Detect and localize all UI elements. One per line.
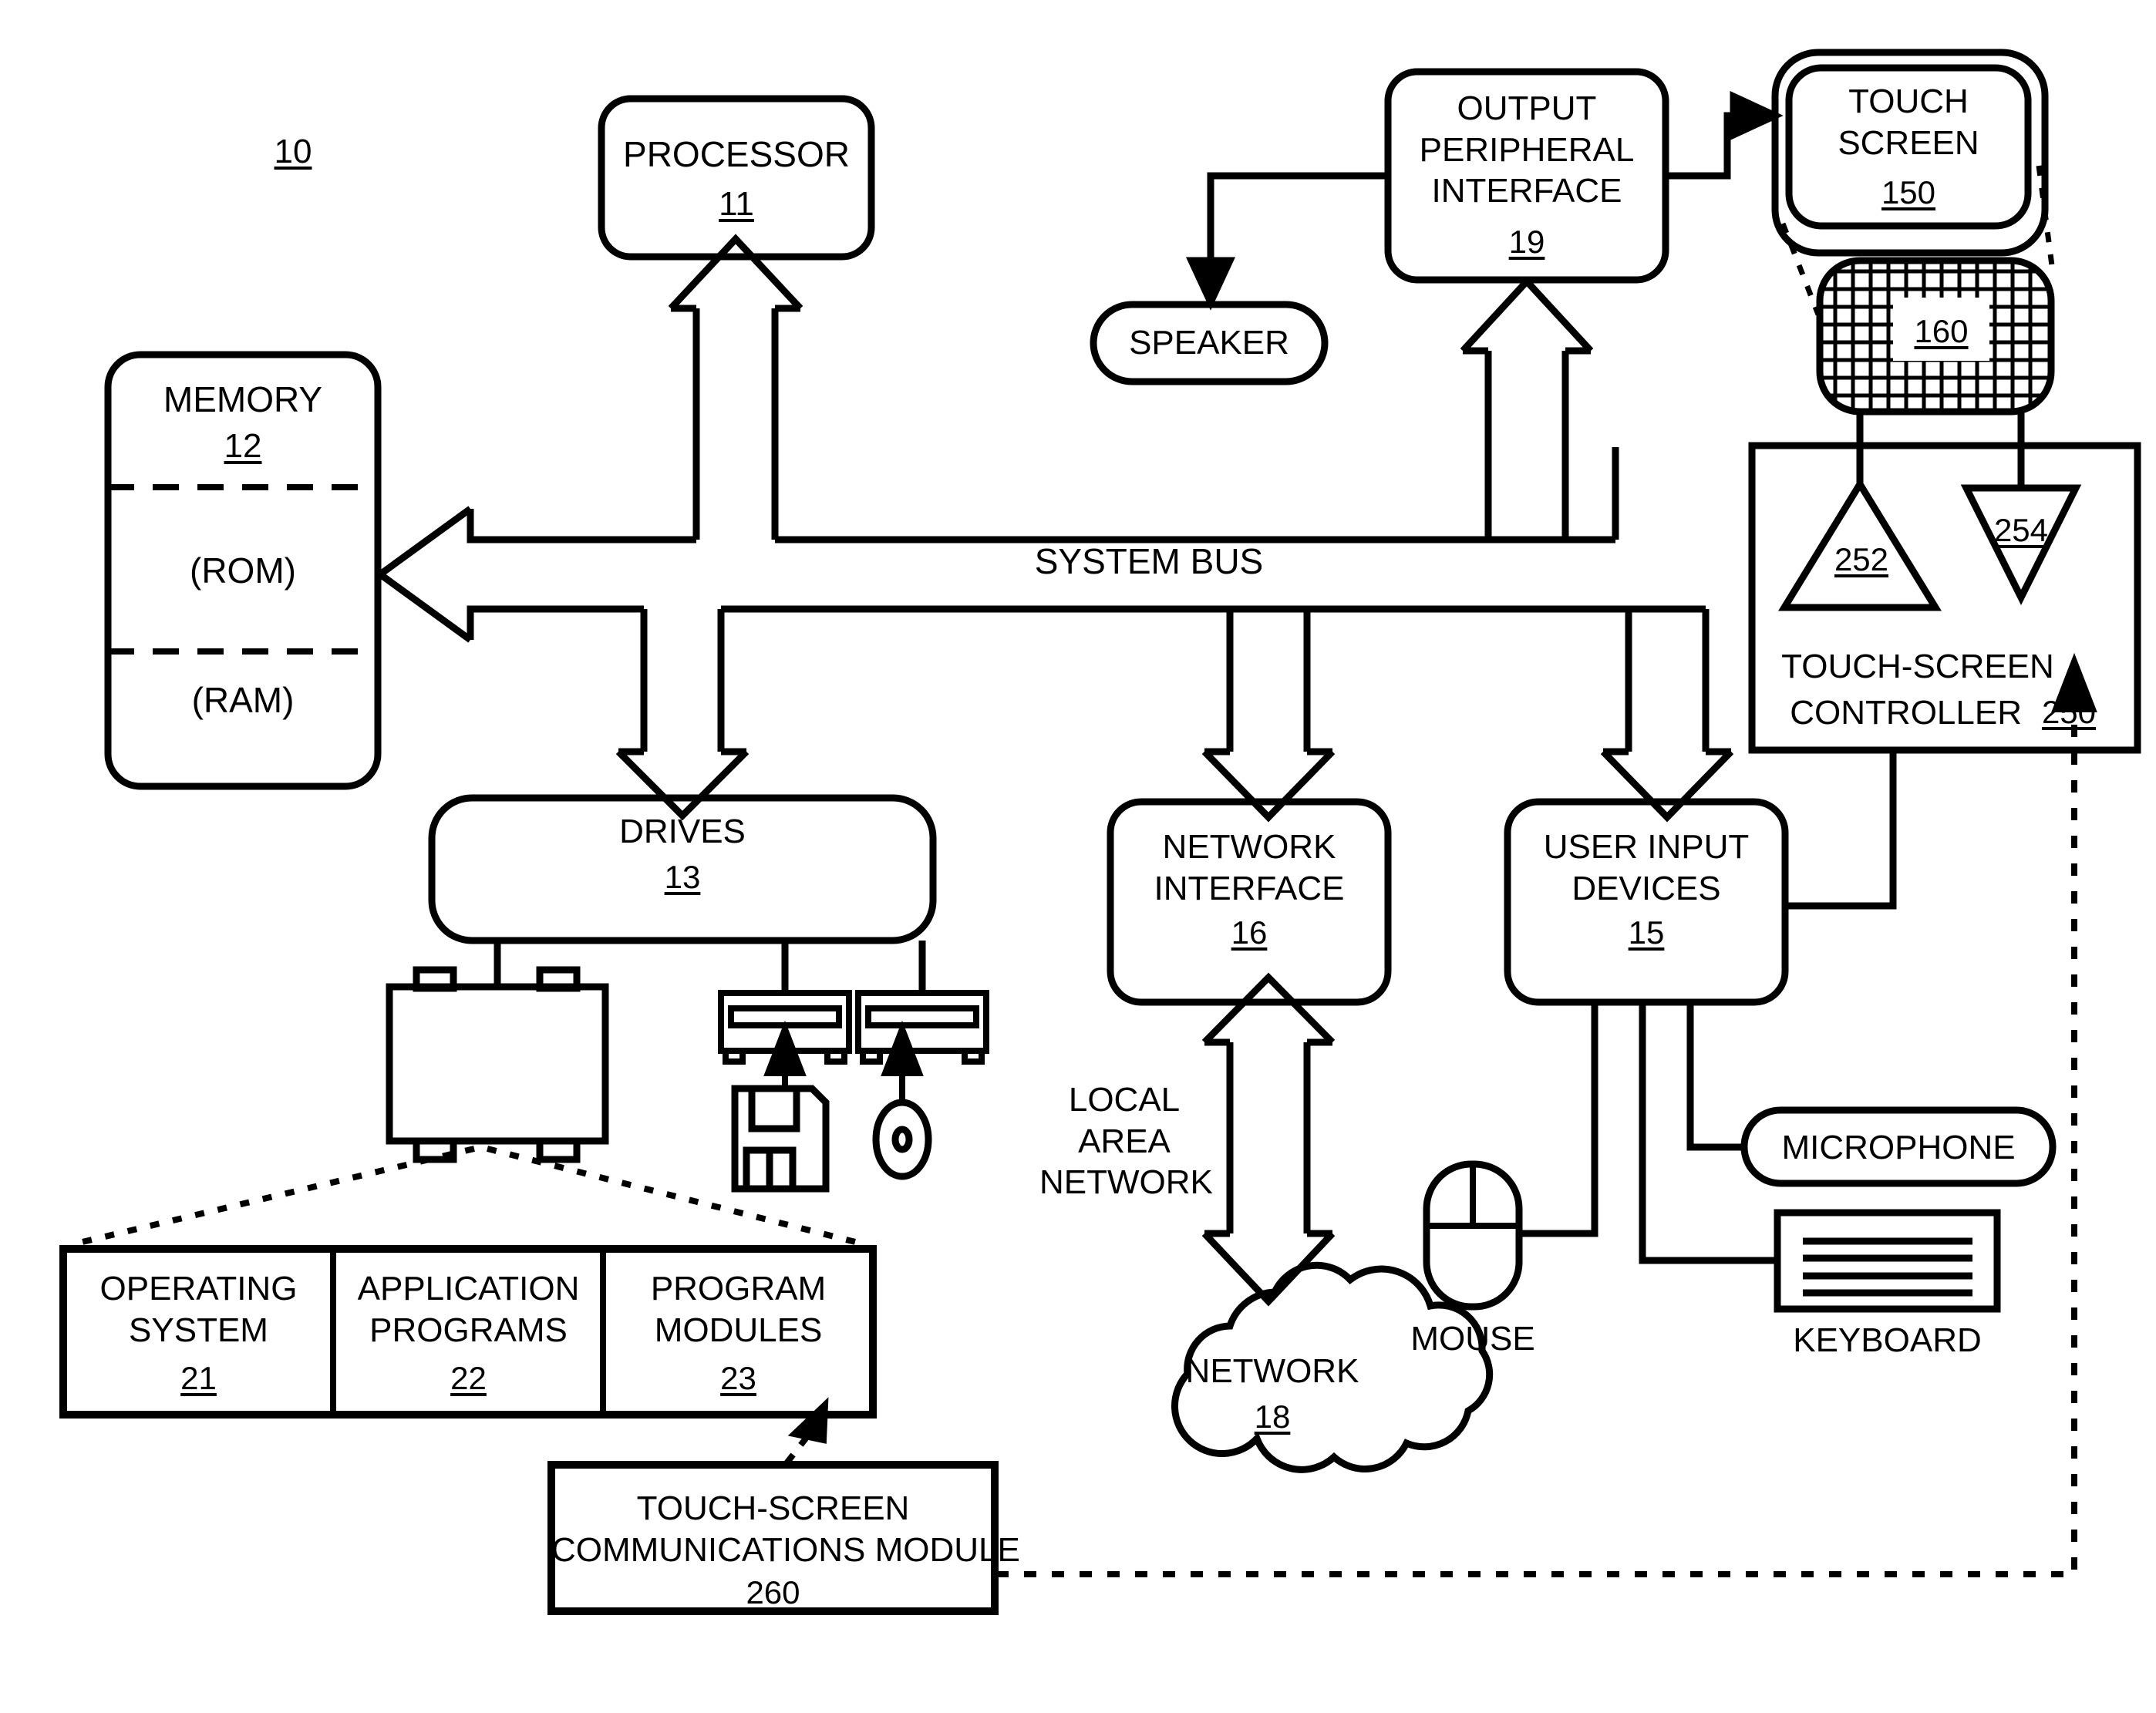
memory-ram-label: (RAM) xyxy=(191,680,295,720)
network-cloud-ref: 18 xyxy=(1254,1398,1291,1435)
driver-252-ref: 252 xyxy=(1834,541,1889,577)
cd-disc-icon xyxy=(872,1099,932,1180)
touch-grid-ref: 160 xyxy=(1914,313,1969,349)
touch-screen-ref: 150 xyxy=(1881,174,1936,210)
ts-comm-module-title2: COMMUNICATIONS MODULE xyxy=(551,1531,1020,1569)
cd-drive-icon xyxy=(855,990,989,1065)
output-to-speaker-arrow xyxy=(1185,172,1388,311)
user-input-devices-title: USER INPUT DEVICES xyxy=(1543,828,1750,907)
drives-title: DRIVES xyxy=(619,813,746,850)
network-interface-title: NETWORK INTERFACE xyxy=(1154,828,1345,907)
figure-number: 10 xyxy=(274,133,312,170)
touch-screen-title: TOUCH SCREEN xyxy=(1838,82,1979,162)
touch-screen-controller-title2: CONTROLLER xyxy=(1790,694,2022,732)
hard-disk-icon xyxy=(386,966,609,1163)
memory-cell-0-title: OPERATING SYSTEM xyxy=(99,1270,298,1349)
output-peripheral-interface-title: OUTPUT PERIPHERAL INTERFACE xyxy=(1419,89,1635,210)
processor-ref: 11 xyxy=(719,185,754,223)
processor-box xyxy=(598,95,875,261)
patent-figure: 10 PROCESSOR 11 MEMORY 12 (ROM) (RAM) SY… xyxy=(0,0,2156,1713)
microphone-label: MICROPHONE xyxy=(1781,1129,2016,1166)
network-cloud-title: NETWORK xyxy=(1185,1352,1359,1390)
memory-cell-0-ref: 21 xyxy=(180,1360,217,1396)
memory-cell-1-title: APPLICATION PROGRAMS xyxy=(357,1270,580,1349)
keyboard-label: KEYBOARD xyxy=(1793,1321,1982,1359)
touch-screen-controller-ref: 250 xyxy=(2041,694,2097,730)
touchgrid-controller-leads xyxy=(1856,412,2025,488)
lan-label: LOCAL AREA NETWORK xyxy=(1039,1081,1213,1202)
memory-title: MEMORY xyxy=(163,379,323,419)
controller-to-userinput xyxy=(1785,750,1897,910)
floppy-insert-arrow xyxy=(763,1020,807,1089)
floppy-disk-icon xyxy=(731,1085,830,1193)
memory-cell-2-ref: 23 xyxy=(720,1360,756,1396)
drives-ref: 13 xyxy=(664,859,701,895)
diagram-canvas xyxy=(59,49,2141,1615)
receiver-254-ref: 254 xyxy=(1993,512,2049,548)
network-interface-ref: 16 xyxy=(1231,914,1268,951)
userinput-peripheral-leads xyxy=(1519,1002,1777,1264)
lan-double-arrow xyxy=(1201,972,1336,1307)
processor-title: PROCESSOR xyxy=(623,134,850,174)
memory-rom-label: (ROM) xyxy=(190,550,296,591)
touch-screen-controller-title: TOUCH-SCREEN xyxy=(1781,648,2054,685)
output-to-touchscreen-arrow xyxy=(1666,90,1784,180)
system-bus xyxy=(374,234,1734,823)
system-bus-label: SYSTEM BUS xyxy=(1034,541,1264,581)
mouse-label: MOUSE xyxy=(1410,1320,1535,1358)
memory-cell-1-ref: 22 xyxy=(450,1360,487,1396)
ts-comm-module-ref: 260 xyxy=(746,1574,800,1610)
speaker-label: SPEAKER xyxy=(1129,324,1289,362)
memory-cell-2-title: PROGRAM MODULES xyxy=(650,1270,827,1349)
memory-ref: 12 xyxy=(224,427,262,465)
keyboard-key-rows xyxy=(1803,1237,1972,1297)
ts-comm-module-title: TOUCH-SCREEN xyxy=(636,1489,910,1527)
cd-insert-arrow xyxy=(881,1020,924,1102)
user-input-devices-ref: 15 xyxy=(1628,914,1665,951)
output-peripheral-interface-ref: 19 xyxy=(1508,224,1545,260)
